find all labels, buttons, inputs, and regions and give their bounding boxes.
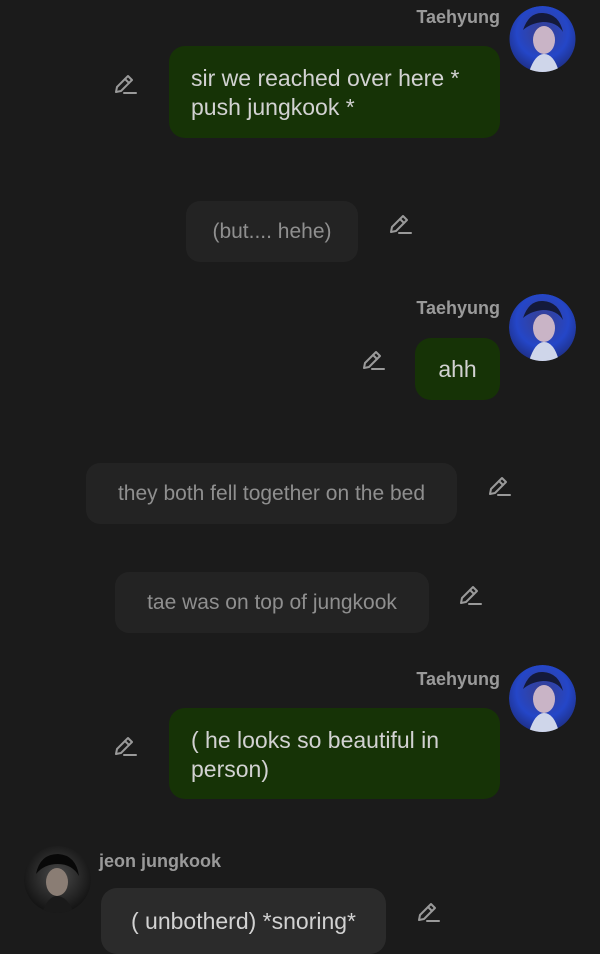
- message-bubble[interactable]: ( unbotherd) *snoring*: [101, 888, 386, 954]
- message-text: ( unbotherd) *snoring*: [130, 908, 357, 934]
- message-text: ( he looks so beautiful in person): [191, 727, 440, 782]
- sender-name: Taehyung: [416, 669, 500, 689]
- taehyung-avatar[interactable]: [509, 6, 576, 72]
- pencil-edit-icon[interactable]: [360, 347, 386, 373]
- narration-bubble[interactable]: (but.... hehe): [186, 201, 358, 262]
- pencil-edit-icon[interactable]: [112, 733, 138, 759]
- pencil-edit-icon[interactable]: [457, 582, 483, 608]
- narration-bubble[interactable]: they both fell together on the bed: [86, 463, 457, 524]
- sender-name: Taehyung: [416, 7, 500, 27]
- taehyung-avatar[interactable]: [509, 294, 576, 361]
- pencil-edit-icon[interactable]: [112, 71, 138, 97]
- narration-text: (but.... hehe): [212, 220, 332, 243]
- pencil-edit-icon[interactable]: [415, 899, 441, 925]
- message-bubble[interactable]: ( he looks so beautiful in person): [169, 708, 500, 799]
- pencil-edit-icon[interactable]: [387, 211, 413, 237]
- message-text: sir we reached over here * push jungkook…: [191, 65, 460, 120]
- pencil-edit-icon[interactable]: [486, 473, 512, 499]
- narration-text: tae was on top of jungkook: [147, 591, 397, 614]
- message-text: ahh: [438, 356, 477, 382]
- narration-text: they both fell together on the bed: [117, 482, 426, 505]
- message-bubble[interactable]: ahh: [415, 338, 500, 400]
- jungkook-avatar[interactable]: [24, 846, 91, 913]
- sender-name: jeon jungkook: [99, 851, 222, 871]
- message-bubble[interactable]: sir we reached over here * push jungkook…: [169, 46, 500, 138]
- narration-bubble[interactable]: tae was on top of jungkook: [115, 572, 429, 633]
- taehyung-avatar[interactable]: [509, 665, 576, 732]
- sender-name: Taehyung: [416, 298, 500, 318]
